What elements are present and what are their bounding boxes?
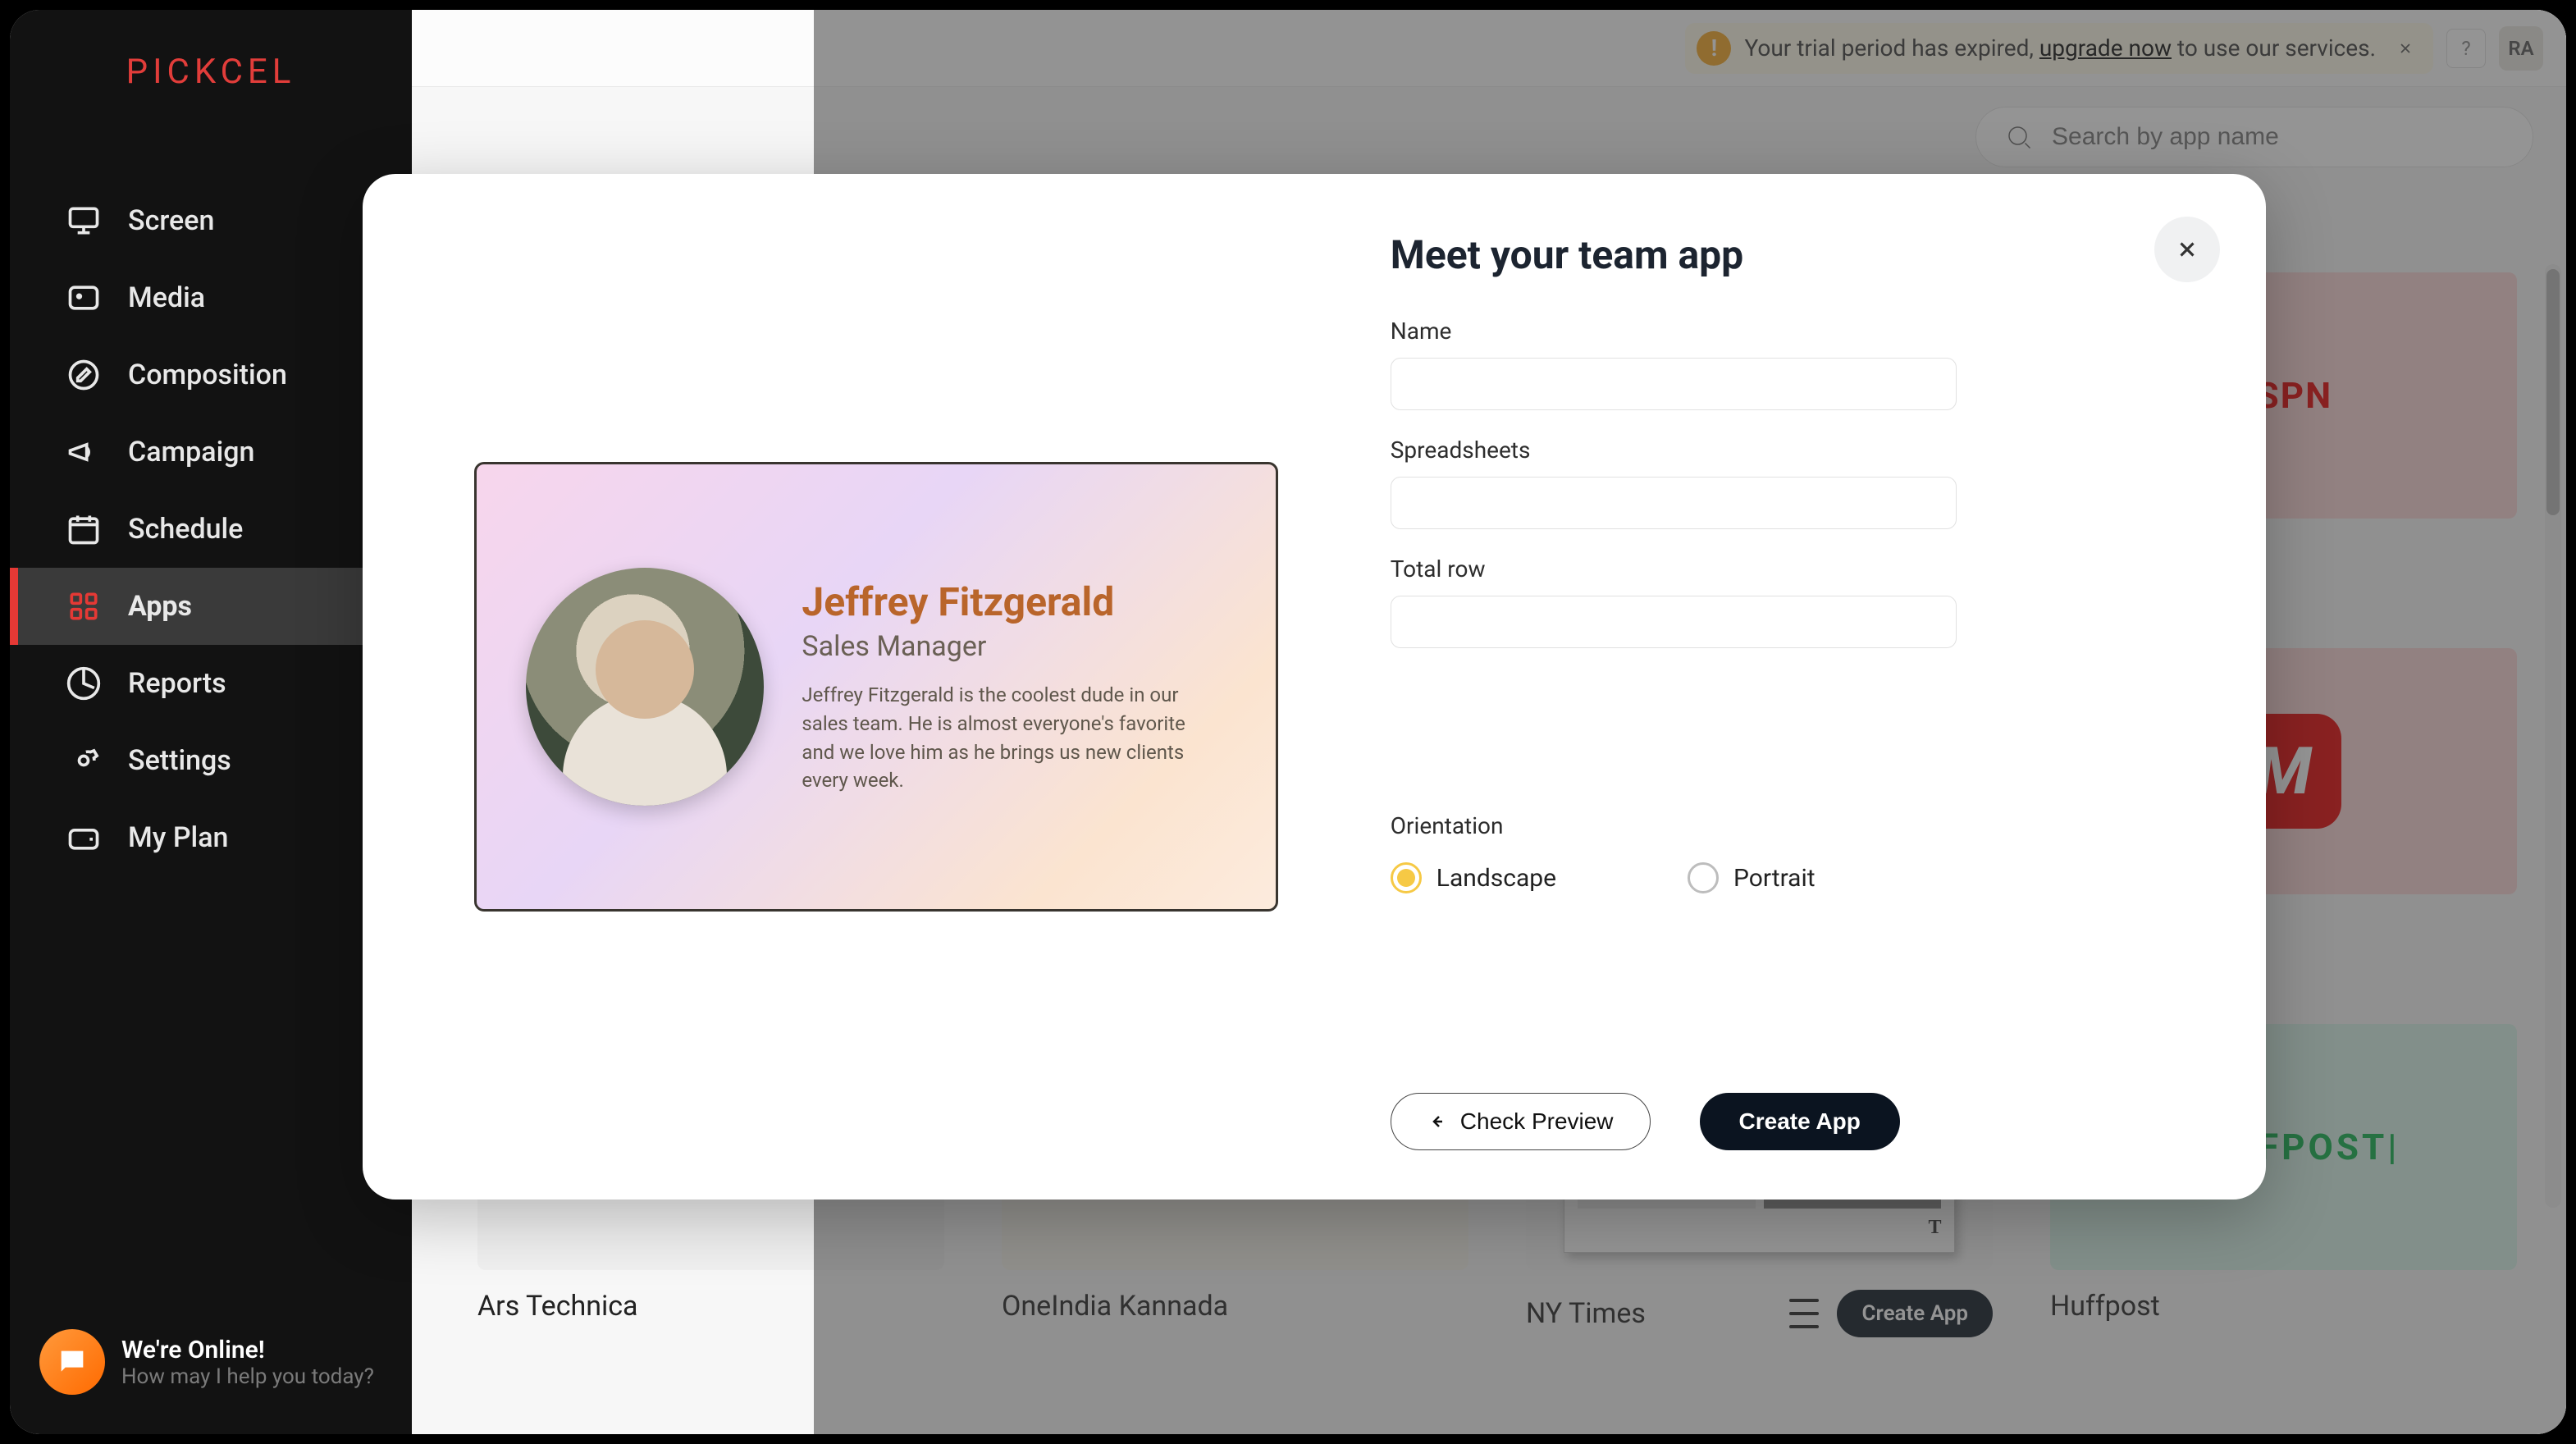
team-member-name: Jeffrey Fitzgerald xyxy=(802,578,1187,625)
chart-icon xyxy=(66,665,102,701)
orientation-landscape-radio[interactable]: Landscape xyxy=(1391,862,1556,893)
calendar-icon xyxy=(66,511,102,547)
nav-apps[interactable]: Apps xyxy=(10,568,412,645)
nav: Screen Media Composition xyxy=(10,182,412,876)
sidebar: PICKCEL Screen Media xyxy=(10,10,412,1434)
chat-status: We're Online! xyxy=(121,1336,374,1364)
chat-widget[interactable]: We're Online! How may I help you today? xyxy=(39,1329,374,1395)
gear-icon xyxy=(66,743,102,779)
name-input[interactable] xyxy=(1391,358,1957,410)
nav-settings[interactable]: Settings xyxy=(10,722,412,799)
nav-myplan[interactable]: My Plan xyxy=(10,799,412,876)
button-label: Check Preview xyxy=(1460,1108,1614,1135)
nav-composition[interactable]: Composition xyxy=(10,336,412,414)
monitor-icon xyxy=(66,203,102,239)
nav-schedule[interactable]: Schedule xyxy=(10,491,412,568)
orientation-group: Orientation Landscape Portrait xyxy=(1391,812,2192,893)
nav-label: Apps xyxy=(128,590,192,623)
team-member-desc: Jeffrey Fitzgerald is the coolest dude i… xyxy=(802,681,1187,795)
orientation-portrait-radio[interactable]: Portrait xyxy=(1688,862,1816,893)
orientation-label: Orientation xyxy=(1391,812,2192,839)
nav-label: Screen xyxy=(128,204,214,237)
nav-label: Campaign xyxy=(128,436,254,468)
nav-label: My Plan xyxy=(128,821,228,854)
arrow-left-icon xyxy=(1427,1112,1447,1131)
nav-label: Media xyxy=(128,281,205,314)
radio-label: Portrait xyxy=(1733,864,1816,893)
megaphone-icon xyxy=(66,434,102,470)
modal-close-button[interactable] xyxy=(2154,217,2220,282)
nav-reports[interactable]: Reports xyxy=(10,645,412,722)
team-member-photo xyxy=(526,568,764,806)
radio-dot-icon xyxy=(1688,862,1719,893)
chat-text: We're Online! How may I help you today? xyxy=(121,1336,374,1389)
nav-campaign[interactable]: Campaign xyxy=(10,414,412,491)
nav-label: Composition xyxy=(128,359,287,391)
wallet-icon xyxy=(66,820,102,856)
modal-actions: Check Preview Create App xyxy=(1391,1093,1900,1150)
close-icon xyxy=(2175,237,2199,262)
spreadsheets-input[interactable] xyxy=(1391,477,1957,529)
modal-preview-pane: Jeffrey Fitzgerald Sales Manager Jeffrey… xyxy=(363,174,1391,1200)
meet-team-modal: Jeffrey Fitzgerald Sales Manager Jeffrey… xyxy=(363,174,2266,1200)
check-preview-button[interactable]: Check Preview xyxy=(1391,1093,1651,1150)
brand-logo: PICKCEL xyxy=(10,10,412,133)
nav-media[interactable]: Media xyxy=(10,259,412,336)
name-label: Name xyxy=(1391,318,2192,345)
nav-label: Settings xyxy=(128,744,231,777)
create-app-button[interactable]: Create App xyxy=(1700,1093,1900,1150)
spreadsheets-label: Spreadsheets xyxy=(1391,436,2192,464)
totalrow-label: Total row xyxy=(1391,555,2192,583)
app-title: Ars Technica xyxy=(477,1290,638,1323)
team-member-text: Jeffrey Fitzgerald Sales Manager Jeffrey… xyxy=(802,578,1187,795)
radio-label: Landscape xyxy=(1436,864,1556,893)
radio-dot-icon xyxy=(1391,862,1422,893)
team-member-role: Sales Manager xyxy=(802,630,1187,663)
apps-icon xyxy=(66,588,102,624)
nav-screen[interactable]: Screen xyxy=(10,182,412,259)
pencil-icon xyxy=(66,357,102,393)
modal-title: Meet your team app xyxy=(1391,231,2192,278)
chat-bubble-icon xyxy=(39,1329,105,1395)
team-preview-card: Jeffrey Fitzgerald Sales Manager Jeffrey… xyxy=(474,462,1278,912)
modal-form-pane: Meet your team app Name Spreadsheets Tot… xyxy=(1391,174,2266,1200)
nav-label: Reports xyxy=(128,667,226,700)
totalrow-input[interactable] xyxy=(1391,596,1957,648)
nav-label: Schedule xyxy=(128,513,243,546)
image-icon xyxy=(66,280,102,316)
chat-prompt: How may I help you today? xyxy=(121,1364,374,1389)
